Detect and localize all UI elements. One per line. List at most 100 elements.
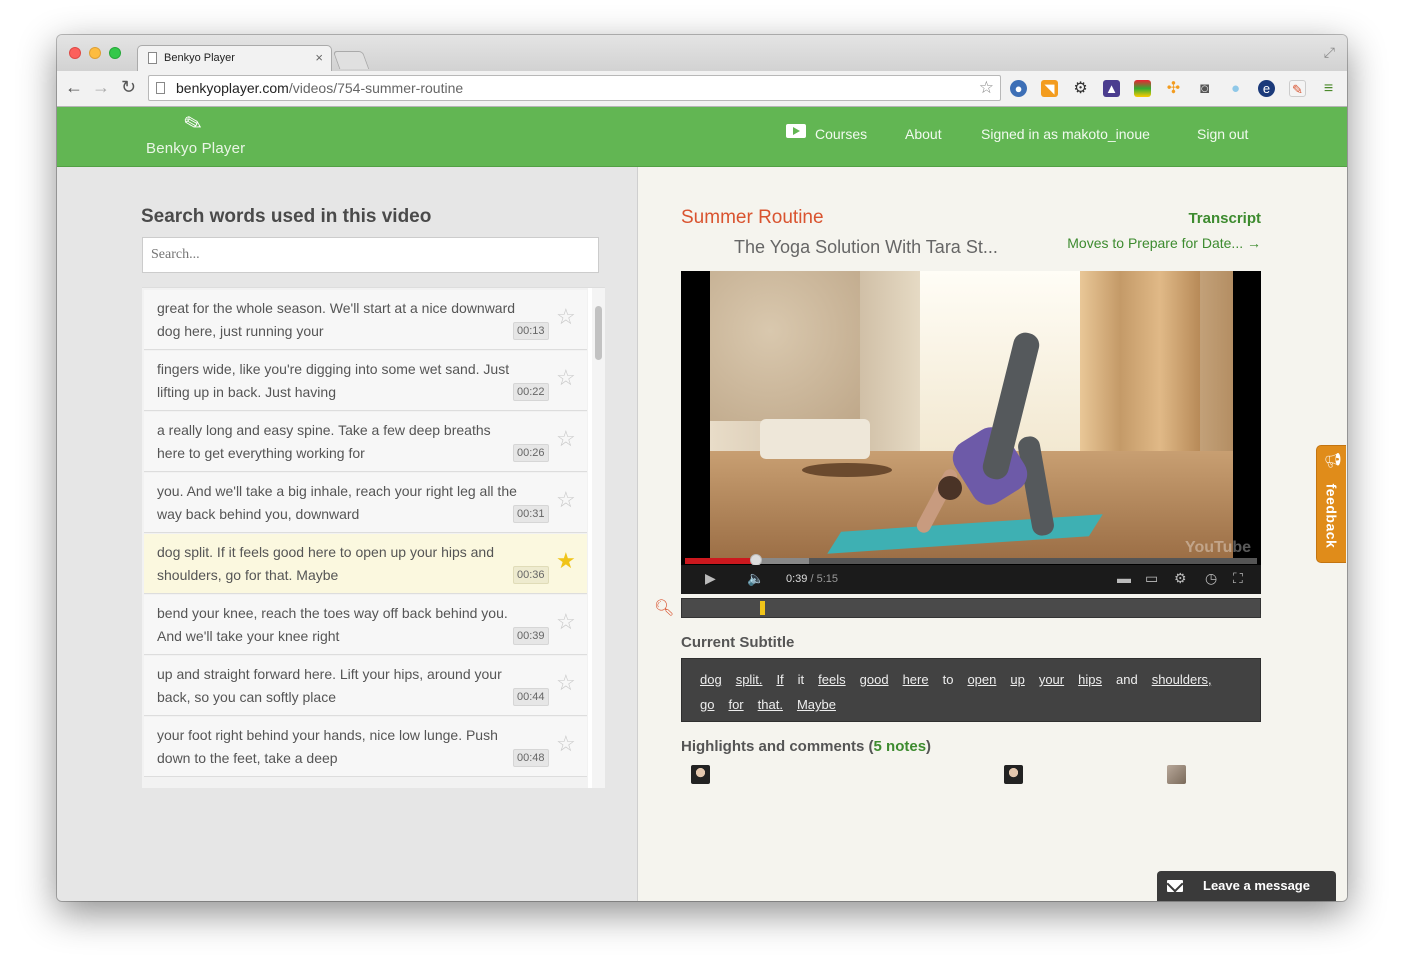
megaphone-icon: 📢︎ bbox=[1324, 452, 1342, 468]
subtitle-word-link[interactable]: for bbox=[728, 692, 743, 717]
star-outline-icon[interactable]: ☆ bbox=[556, 731, 576, 757]
star-outline-icon[interactable]: ☆ bbox=[556, 670, 576, 696]
transcript-link[interactable]: Transcript bbox=[1188, 210, 1261, 227]
nav-courses-link[interactable]: Courses bbox=[815, 126, 867, 142]
subtitle-word-link[interactable]: that. bbox=[758, 692, 783, 717]
caption-timestamp[interactable]: 00:26 bbox=[513, 444, 549, 462]
pencil-logo-icon[interactable]: ✎ bbox=[181, 109, 206, 139]
caption-timestamp[interactable]: 00:22 bbox=[513, 383, 549, 401]
highlights-label: Highlights and comments (5 notes) bbox=[681, 738, 932, 755]
caption-timestamp[interactable]: 00:13 bbox=[513, 322, 549, 340]
note-extension-icon[interactable]: ✎ bbox=[1289, 80, 1306, 97]
close-tab-icon[interactable]: × bbox=[315, 50, 323, 65]
chart-extension-icon[interactable] bbox=[1134, 80, 1151, 97]
media-extension-icon[interactable]: ▲ bbox=[1103, 80, 1120, 97]
magnifier-icon[interactable]: 🔍︎ bbox=[654, 598, 674, 618]
subtitle-word-link[interactable]: Maybe bbox=[797, 692, 836, 717]
caption-timestamp[interactable]: 00:36 bbox=[513, 566, 549, 584]
pocket-extension-icon[interactable]: ◙ bbox=[1196, 80, 1213, 97]
site-logo-text[interactable]: Benkyo Player bbox=[146, 140, 245, 157]
subtitle-word-link[interactable]: split. bbox=[736, 667, 763, 692]
word-search-input[interactable] bbox=[142, 237, 599, 273]
caption-timestamp[interactable]: 00:44 bbox=[513, 688, 549, 706]
feedback-tab[interactable]: 📢︎ feedback bbox=[1316, 445, 1346, 563]
youtube-logo[interactable]: YouTube bbox=[1185, 539, 1251, 557]
forward-icon[interactable]: → bbox=[92, 77, 110, 98]
caption-timestamp[interactable]: 00:48 bbox=[513, 749, 549, 767]
subtitle-word-link[interactable]: hips bbox=[1078, 667, 1102, 692]
comment-avatar[interactable] bbox=[691, 765, 710, 784]
leave-message-button[interactable]: Leave a message bbox=[1157, 871, 1336, 901]
subtitles-icon[interactable]: ▭ bbox=[1145, 570, 1158, 587]
subtitle-word-link[interactable]: If bbox=[776, 667, 783, 692]
fullscreen-icon[interactable]: ⤢ bbox=[1324, 44, 1335, 61]
settings-gear-icon[interactable]: ⚙ bbox=[1174, 570, 1187, 587]
star-outline-icon[interactable]: ☆ bbox=[556, 365, 576, 391]
caption-row[interactable]: up and straight forward here. Lift your … bbox=[144, 656, 587, 716]
caption-text: bend your knee, reach the toes way off b… bbox=[157, 605, 508, 644]
menu-icon[interactable]: ≡ bbox=[1320, 80, 1337, 97]
caption-row[interactable]: dog split. If it feels good here to open… bbox=[144, 534, 587, 594]
ftp-extension-icon[interactable]: e bbox=[1258, 80, 1275, 97]
watch-later-icon[interactable]: ◷ bbox=[1205, 570, 1217, 587]
video-frame-image[interactable] bbox=[710, 271, 1233, 558]
nav-sign-out-link[interactable]: Sign out bbox=[1197, 126, 1248, 142]
star-outline-icon[interactable]: ☆ bbox=[556, 487, 576, 513]
caption-scrollbar-thumb[interactable] bbox=[595, 306, 602, 360]
caption-row[interactable]: fingers wide, like you're digging into s… bbox=[144, 351, 587, 411]
caption-timestamp[interactable]: 00:39 bbox=[513, 627, 549, 645]
subtitle-word-link[interactable]: feels bbox=[818, 667, 845, 692]
gear-extension-icon[interactable]: ⚙ bbox=[1072, 80, 1089, 97]
subtitle-word-link[interactable]: open bbox=[967, 667, 996, 692]
subtitle-word-link[interactable]: go bbox=[700, 692, 714, 717]
subtitle-word-link[interactable]: good bbox=[860, 667, 889, 692]
nav-signed-in-link[interactable]: Signed in as makoto_inoue bbox=[981, 126, 1150, 142]
comment-avatar[interactable] bbox=[1004, 765, 1023, 784]
minimize-window-button[interactable] bbox=[89, 47, 101, 59]
timeline-marker[interactable] bbox=[760, 601, 765, 615]
globe-extension-icon[interactable]: ● bbox=[1010, 80, 1027, 97]
subtitle-word-link[interactable]: shoulders, bbox=[1152, 667, 1212, 692]
cluster-extension-icon[interactable]: ✣ bbox=[1165, 80, 1182, 97]
url-text[interactable]: benkyoplayer.com/videos/754-summer-routi… bbox=[176, 80, 463, 96]
volume-icon[interactable]: 🔈 bbox=[747, 570, 764, 587]
rss-extension-icon[interactable]: ◥ bbox=[1041, 80, 1058, 97]
caption-row[interactable]: great for the whole season. We'll start … bbox=[144, 290, 587, 350]
comment-avatar[interactable] bbox=[1167, 765, 1186, 784]
envelope-icon bbox=[1167, 880, 1183, 892]
star-outline-icon[interactable]: ☆ bbox=[556, 426, 576, 452]
address-bar[interactable]: benkyoplayer.com/videos/754-summer-routi… bbox=[148, 75, 1001, 101]
caption-row[interactable]: bend your knee, reach the toes way off b… bbox=[144, 595, 587, 655]
highlight-timeline[interactable] bbox=[681, 598, 1261, 618]
fullscreen-video-icon[interactable]: ⛶ bbox=[1233, 570, 1243, 587]
current-subtitle-box: dog split. If it feels good here to open up your hi… bbox=[681, 658, 1261, 722]
subtitle-word-link[interactable]: here bbox=[903, 667, 929, 692]
new-tab-button[interactable] bbox=[332, 51, 370, 69]
subtitle-word-link[interactable]: up bbox=[1010, 667, 1024, 692]
video-player[interactable]: YouTube ▶ 🔈 0:39 / 5:15 ▬ ▭ ⚙ ◷ ⛶ bbox=[681, 271, 1261, 594]
back-icon[interactable]: ← bbox=[65, 77, 83, 98]
play-icon[interactable]: ▶ bbox=[705, 570, 716, 587]
star-outline-icon[interactable]: ☆ bbox=[556, 304, 576, 330]
caption-scrollbar-track[interactable] bbox=[592, 288, 605, 788]
subtitle-word-link[interactable]: your bbox=[1039, 667, 1064, 692]
captions-icon[interactable]: ▬ bbox=[1117, 570, 1131, 586]
star-filled-icon[interactable]: ★ bbox=[556, 548, 576, 574]
caption-row[interactable]: a really long and easy spine. Take a few… bbox=[144, 412, 587, 472]
notes-count[interactable]: 5 notes bbox=[874, 738, 927, 755]
video-progress-bar[interactable] bbox=[685, 558, 1257, 564]
next-video-link[interactable]: Moves to Prepare for Date... → bbox=[1067, 235, 1261, 251]
star-outline-icon[interactable]: ☆ bbox=[556, 609, 576, 635]
close-window-button[interactable] bbox=[69, 47, 81, 59]
caption-row[interactable]: your foot right behind your hands, nice … bbox=[144, 717, 587, 777]
caption-row[interactable]: you. And we'll take a big inhale, reach … bbox=[144, 473, 587, 533]
bookmark-star-icon[interactable]: ☆ bbox=[979, 78, 994, 98]
nav-about-link[interactable]: About bbox=[905, 126, 942, 142]
subtitle-word-link[interactable]: dog bbox=[700, 667, 722, 692]
drop-extension-icon[interactable]: ● bbox=[1227, 80, 1244, 97]
reload-icon[interactable]: ↻ bbox=[121, 77, 136, 98]
zoom-window-button[interactable] bbox=[109, 47, 121, 59]
caption-timestamp[interactable]: 00:31 bbox=[513, 505, 549, 523]
browser-tab[interactable]: Benkyo Player × bbox=[137, 45, 332, 71]
video-icon[interactable] bbox=[786, 124, 806, 138]
